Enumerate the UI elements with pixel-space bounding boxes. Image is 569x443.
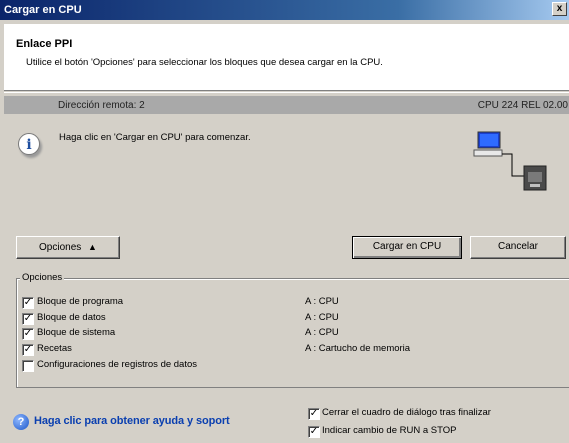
cancel-button[interactable]: Cancelar	[470, 236, 566, 259]
chevron-up-icon: ▲	[88, 242, 97, 252]
option-checkbox[interactable]: ✓	[22, 328, 34, 340]
pc-plc-network-icon	[473, 131, 547, 191]
option-checkbox[interactable]	[22, 360, 34, 372]
option-checkbox[interactable]: ✓	[22, 297, 34, 309]
help-support-link[interactable]: Haga clic para obtener ayuda y soport	[34, 415, 230, 427]
header-separator	[4, 92, 569, 93]
option-checkbox[interactable]: ✓	[22, 313, 34, 325]
options-button[interactable]: Opciones ▲	[16, 236, 120, 259]
options-button-label: Opciones	[39, 242, 82, 253]
help-icon[interactable]: ?	[13, 414, 29, 430]
run-stop-label[interactable]: Indicar cambio de RUN a STOP	[322, 425, 456, 436]
close-after-finish-checkbox[interactable]: ✓	[308, 408, 320, 420]
cpu-info: CPU 224 REL 02.00	[477, 100, 568, 111]
options-group-legend: Opciones	[20, 272, 65, 283]
close-after-finish-label[interactable]: Cerrar el cuadro de diálogo tras finaliz…	[322, 407, 491, 418]
option-checkbox[interactable]: ✓	[22, 344, 34, 356]
header-panel: Enlace PPI Utilice el botón 'Opciones' p…	[4, 24, 569, 91]
connection-title: Enlace PPI	[16, 38, 73, 50]
option-label[interactable]: Bloque de sistema	[37, 327, 115, 338]
title-bar: Cargar en CPU x	[0, 0, 569, 20]
info-icon: i	[18, 133, 40, 155]
status-strip: Dirección remota: 2 CPU 224 REL 02.00	[4, 96, 569, 114]
window-title: Cargar en CPU	[4, 4, 82, 16]
option-label[interactable]: Configuraciones de registros de datos	[37, 359, 197, 370]
run-stop-checkbox[interactable]: ✓	[308, 426, 320, 438]
option-target: A : CPU	[305, 327, 339, 338]
option-label[interactable]: Recetas	[37, 343, 72, 354]
option-label[interactable]: Bloque de programa	[37, 296, 123, 307]
load-to-cpu-button[interactable]: Cargar en CPU	[352, 236, 462, 259]
instructions-text: Utilice el botón 'Opciones' para selecci…	[26, 57, 383, 68]
option-target: A : CPU	[305, 296, 339, 307]
close-button[interactable]: x	[552, 2, 567, 16]
option-target: A : CPU	[305, 312, 339, 323]
remote-address: Dirección remota: 2	[58, 100, 145, 111]
status-message: Haga clic en 'Cargar en CPU' para comenz…	[59, 132, 251, 143]
option-target: A : Cartucho de memoria	[305, 343, 411, 354]
option-label[interactable]: Bloque de datos	[37, 312, 106, 323]
